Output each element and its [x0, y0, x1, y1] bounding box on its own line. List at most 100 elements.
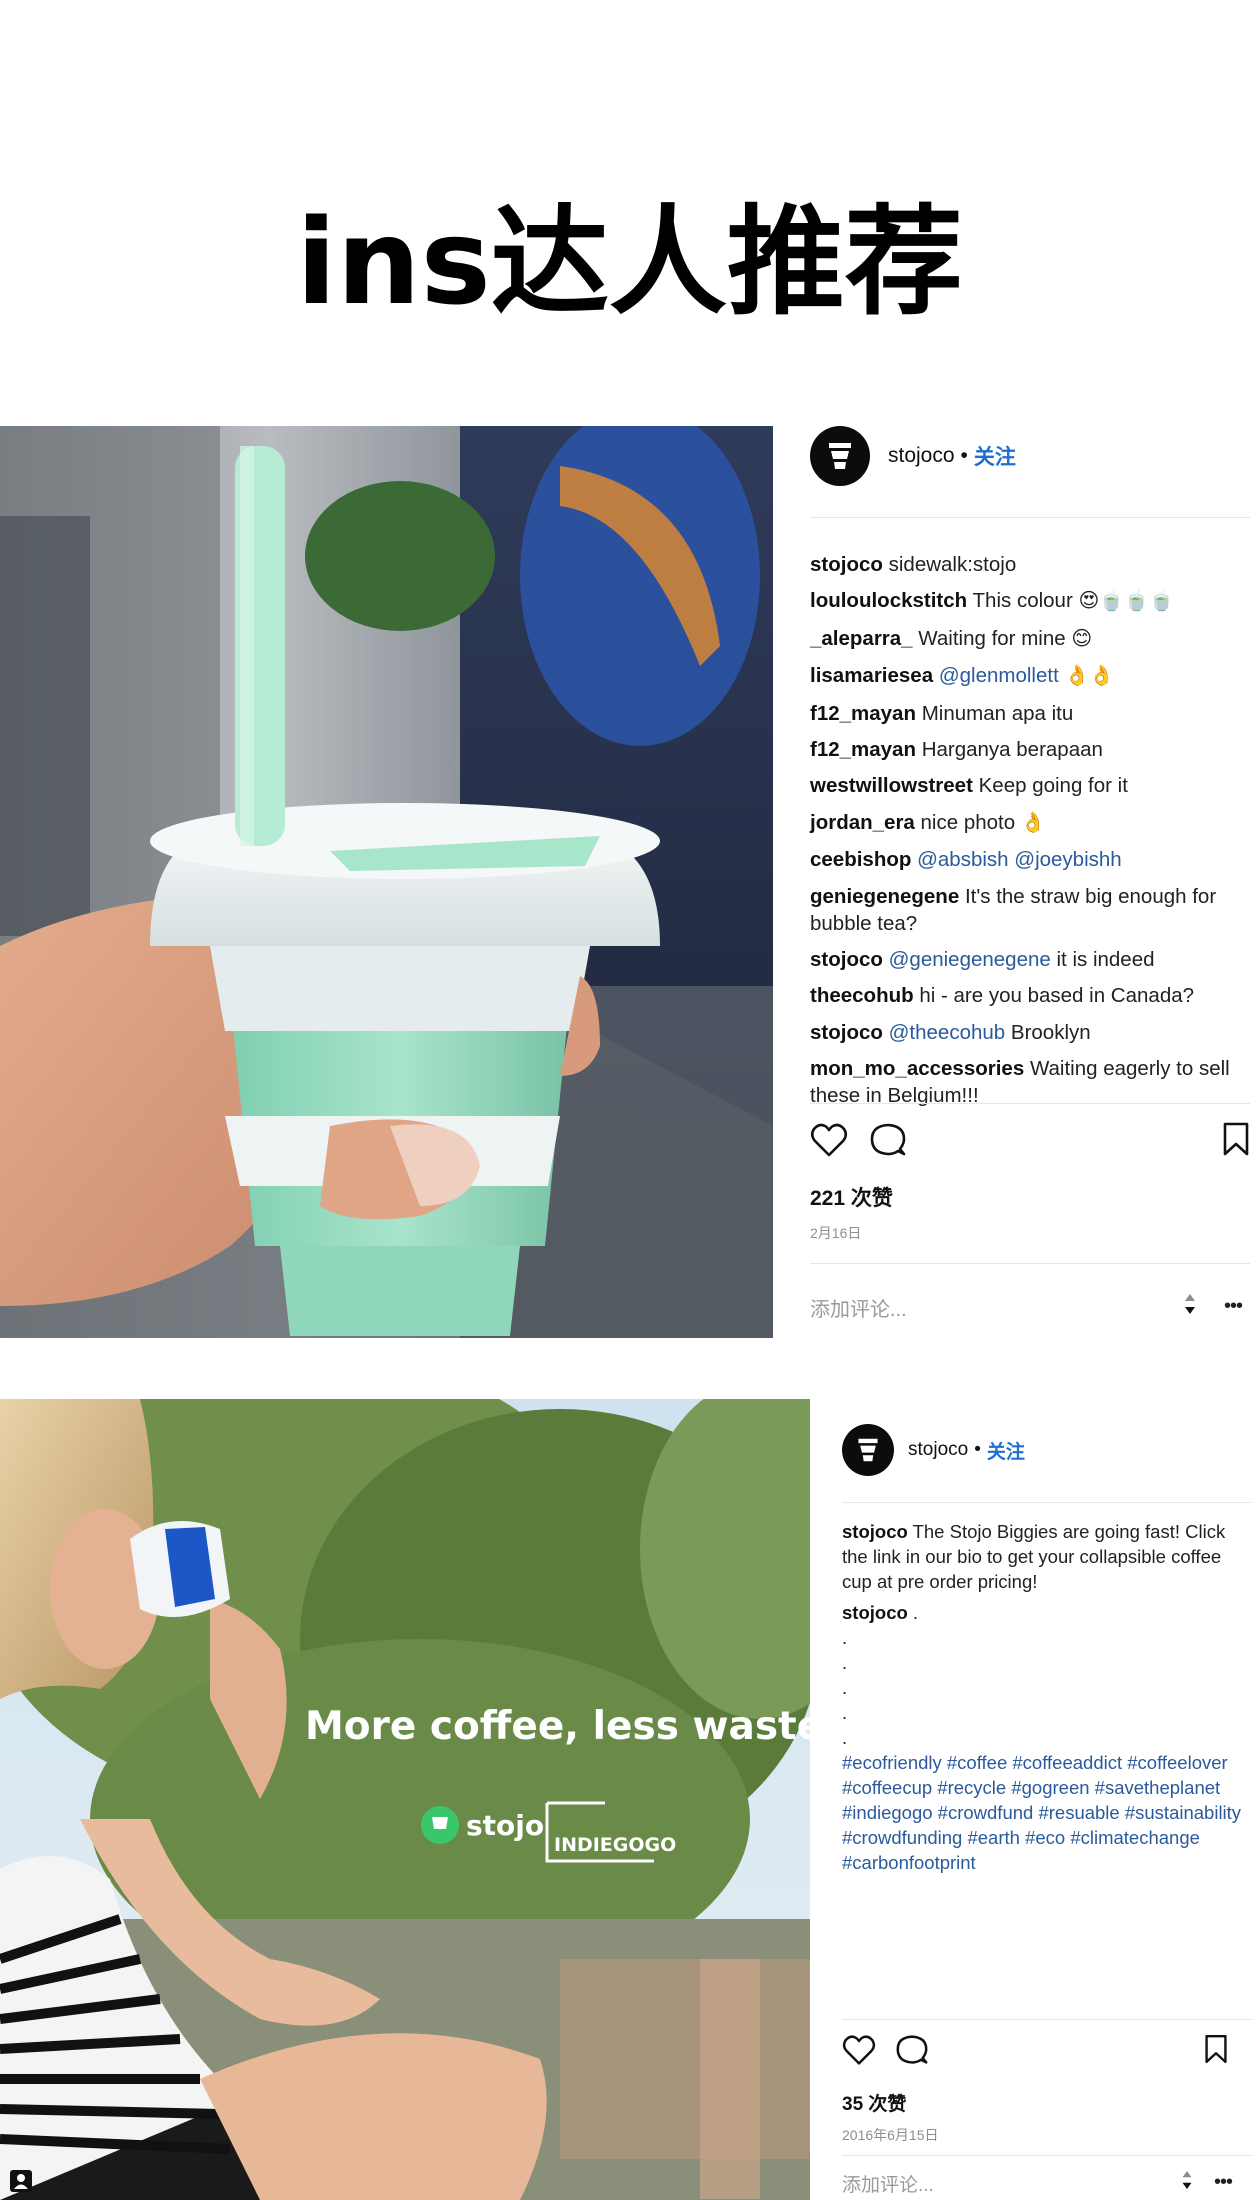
comment-mention[interactable]: @geniegenegene — [889, 948, 1051, 971]
comment-item: stojoco @theecohub Brooklyn — [810, 1019, 1250, 1046]
separator-dot: • — [974, 1439, 981, 1460]
comment-item: geniegenegene It's the straw big enough … — [810, 883, 1250, 937]
comment-item: f12_mayan Harganya berapaan — [810, 736, 1250, 763]
person-icon — [14, 2174, 28, 2189]
emoji-icon: 👌 — [1020, 811, 1046, 834]
post-header: stojoco • 关注 — [810, 426, 1250, 486]
comment-username[interactable]: _aleparra_ — [810, 627, 913, 650]
photo-overlay-text: More coffee, less waste — [305, 1704, 810, 1749]
header-divider — [842, 1502, 1252, 1503]
comment-item: lisamariesea @glenmollett 👌👌 — [810, 662, 1250, 690]
post-photo-woman-drinking[interactable]: More coffee, less waste stojo INDIEGOGO — [0, 1399, 810, 2200]
comment-item: mon_mo_accessories Waiting eagerly to se… — [810, 1055, 1250, 1109]
comment-username[interactable]: louloulockstitch — [810, 589, 967, 612]
add-comment-input[interactable]: 添加评论... — [810, 1293, 907, 1322]
cup-logo-icon — [829, 443, 851, 469]
comment-item: ceebishop @absbish @joeybishh — [810, 846, 1250, 873]
comment-item: theecohub hi - are you based in Canada? — [810, 982, 1250, 1009]
bookmark-icon[interactable] — [1204, 2034, 1228, 2064]
instagram-post-1: stojoco • 关注 stojoco sidewalk:stojo loul… — [0, 426, 1259, 1338]
actions-divider — [810, 1103, 1250, 1104]
comment-icon[interactable] — [896, 2034, 928, 2066]
comment-username[interactable]: f12_mayan — [810, 738, 916, 761]
caption-username[interactable]: stojoco — [842, 1602, 908, 1623]
comment-item: f12_mayan Minuman apa itu — [810, 700, 1250, 727]
follow-button[interactable]: 关注 — [974, 441, 1016, 471]
likes-count[interactable]: 35 次赞 — [842, 2089, 906, 2116]
cup-logo-icon — [858, 1438, 878, 1462]
comment-text: hi - are you based in Canada? — [919, 984, 1195, 1008]
follow-button[interactable]: 关注 — [987, 1437, 1025, 1464]
comment-text: Keep going for it — [978, 774, 1128, 798]
caption-text: . — [912, 1602, 919, 1623]
woman-drinking-photo-illustration: More coffee, less waste stojo INDIEGOGO — [0, 1399, 810, 2200]
page-title: ins达人推荐 — [296, 193, 963, 331]
comment-text: Harganya berapaan — [921, 737, 1103, 761]
comment-icon[interactable] — [870, 1122, 906, 1158]
comment-text: sidewalk:stojo — [888, 553, 1017, 576]
post-username[interactable]: stojoco — [888, 444, 955, 468]
emoji-icon: 😍🍵🍵🍵 — [1078, 590, 1175, 613]
comment-item: jordan_era nice photo 👌 — [810, 809, 1250, 837]
comment-mention[interactable]: @absbish @joeybishh — [917, 848, 1122, 871]
separator-dot: • — [960, 444, 968, 467]
emoji-icon: 😊 — [1071, 627, 1093, 650]
caption-hashtags[interactable]: #ecofriendly #coffee #coffeeaddict #coff… — [842, 1750, 1252, 1875]
likes-count[interactable]: 221 次赞 — [810, 1182, 893, 1212]
photo-brand-text: stojo — [466, 1809, 544, 1842]
post-header: stojoco • 关注 — [842, 1424, 1252, 1476]
comment-username[interactable]: stojoco — [810, 1021, 883, 1044]
comment-username[interactable]: ceebishop — [810, 848, 911, 871]
comment-text: Waiting for mine — [918, 626, 1066, 650]
sort-arrows-icon[interactable] — [1180, 1290, 1200, 1318]
caption-username[interactable]: stojoco — [842, 1521, 908, 1542]
header-divider — [810, 517, 1250, 518]
comment-item: _aleparra_ Waiting for mine 😊 — [810, 625, 1250, 653]
sort-arrows-icon[interactable] — [1178, 2167, 1196, 2193]
caption-paragraph: stojoco The Stojo Biggies are going fast… — [842, 1519, 1252, 1594]
post-username[interactable]: stojoco — [908, 1439, 968, 1461]
bookmark-icon[interactable] — [1222, 1122, 1250, 1156]
comment-username[interactable]: geniegenegene — [810, 885, 959, 908]
comment-username[interactable]: westwillowstreet — [810, 774, 973, 797]
comment-item: stojoco sidewalk:stojo — [810, 551, 1250, 578]
comment-list: stojoco sidewalk:stojo louloulockstitch … — [810, 551, 1250, 1118]
caption-dot: . — [842, 1702, 848, 1723]
actions-divider — [842, 2019, 1252, 2020]
comment-username[interactable]: lisamariesea — [810, 664, 933, 687]
comment-mention[interactable]: @glenmollett — [939, 664, 1059, 687]
comment-text: it is indeed — [1056, 947, 1155, 971]
comment-text: This colour — [972, 589, 1073, 613]
comment-username[interactable]: stojoco — [810, 948, 883, 971]
comment-text: Minuman apa itu — [921, 701, 1074, 725]
more-options-icon[interactable]: ••• — [1214, 2172, 1233, 2192]
heart-icon[interactable] — [842, 2034, 876, 2066]
post-side-panel: stojoco • 关注 stojoco sidewalk:stojo loul… — [810, 426, 1250, 1338]
mint-cup-photo-illustration — [0, 426, 773, 1338]
caption-dot: . — [842, 1627, 848, 1648]
caption-dot: . — [842, 1677, 848, 1698]
comment-username[interactable]: theecohub — [810, 984, 914, 1007]
emoji-icon: 👌👌 — [1064, 665, 1115, 688]
caption-dot: . — [842, 1727, 848, 1748]
caption-dot: . — [842, 1652, 848, 1673]
user-tag-icon[interactable] — [10, 2170, 32, 2192]
profile-avatar[interactable] — [842, 1424, 894, 1476]
comment-username[interactable]: stojoco — [810, 553, 883, 576]
comment-mention[interactable]: @theecohub — [889, 1021, 1006, 1044]
comment-username[interactable]: jordan_era — [810, 811, 915, 834]
comment-username[interactable]: f12_mayan — [810, 702, 916, 725]
heart-icon[interactable] — [810, 1122, 848, 1158]
comment-item: stojoco @geniegenegene it is indeed — [810, 946, 1250, 973]
post-photo-mint-cup[interactable] — [0, 426, 773, 1338]
profile-avatar[interactable] — [810, 426, 870, 486]
comment-item: louloulockstitch This colour 😍🍵🍵🍵 — [810, 587, 1250, 615]
add-comment-input[interactable]: 添加评论... — [842, 2170, 934, 2197]
comment-text: Brooklyn — [1010, 1020, 1091, 1044]
caption-paragraph: stojoco . — [842, 1600, 1252, 1625]
comment-divider — [810, 1263, 1250, 1264]
comment-username[interactable]: mon_mo_accessories — [810, 1057, 1024, 1080]
comment-divider — [842, 2155, 1252, 2156]
post-date: 2月16日 — [810, 1225, 862, 1241]
more-options-icon[interactable]: ••• — [1224, 1296, 1243, 1316]
